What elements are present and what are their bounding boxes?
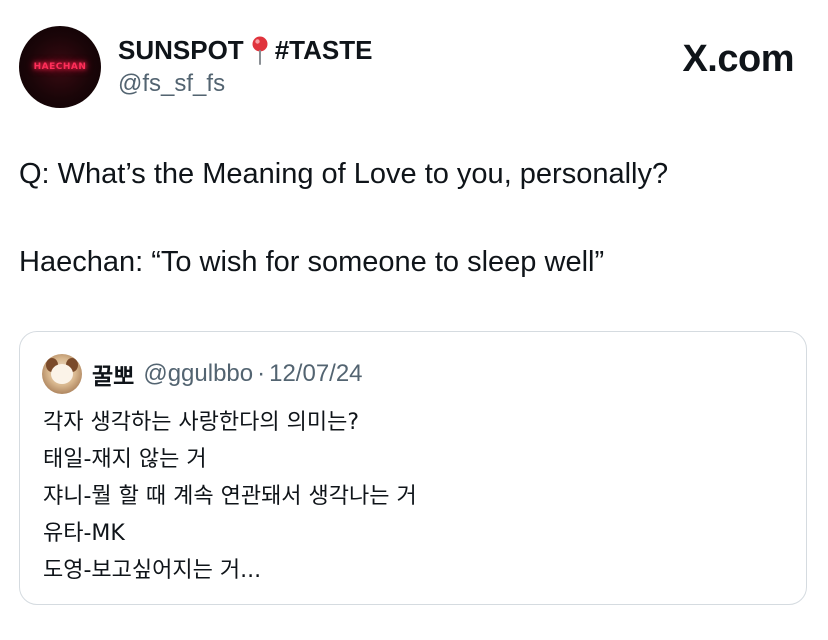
quoted-author-handle[interactable]: @ggulbbo	[143, 360, 253, 388]
quoted-tweet-header: 꿀뽀 @ggulbbo · 12/07/24	[42, 354, 363, 394]
author-handle[interactable]: @fs_sf_fs	[118, 70, 225, 98]
author-avatar[interactable]: HAECHAN	[19, 26, 101, 108]
author-display-name[interactable]: SUNSPOT #TASTE	[118, 33, 372, 67]
quoted-author-avatar[interactable]	[42, 354, 82, 394]
x-com-logo: X.com	[682, 38, 794, 80]
quoted-text-line: 각자 생각하는 사랑한다의 의미는?	[43, 410, 360, 435]
avatar-logo-text: HAECHAN	[33, 62, 87, 72]
quoted-author-name[interactable]: 꿀뽀	[92, 357, 134, 391]
quoted-tweet-card[interactable]: 꿀뽀 @ggulbbo · 12/07/24 각자 생각하는 사랑한다의 의미는…	[19, 331, 807, 605]
quoted-tweet-date[interactable]: 12/07/24	[269, 360, 362, 388]
tweet-text-line: Q: What’s the Meaning of Love to you, pe…	[19, 158, 669, 190]
quoted-text-line: 태일-재지 않는 거	[43, 447, 207, 472]
separator-dot: ·	[257, 360, 266, 387]
quoted-text-line: 유타-MK	[43, 521, 125, 546]
display-name-part2: #TASTE	[274, 34, 373, 65]
display-name-part1: SUNSPOT	[118, 34, 244, 65]
quoted-text-line: 쟈니-뭘 할 때 계속 연관돼서 생각나는 거	[43, 484, 417, 509]
quoted-text-line: 도영-보고싶어지는 거...	[43, 558, 262, 583]
round-pushpin-icon	[247, 35, 273, 65]
tweet-text-line: Haechan: “To wish for someone to sleep w…	[19, 246, 605, 278]
